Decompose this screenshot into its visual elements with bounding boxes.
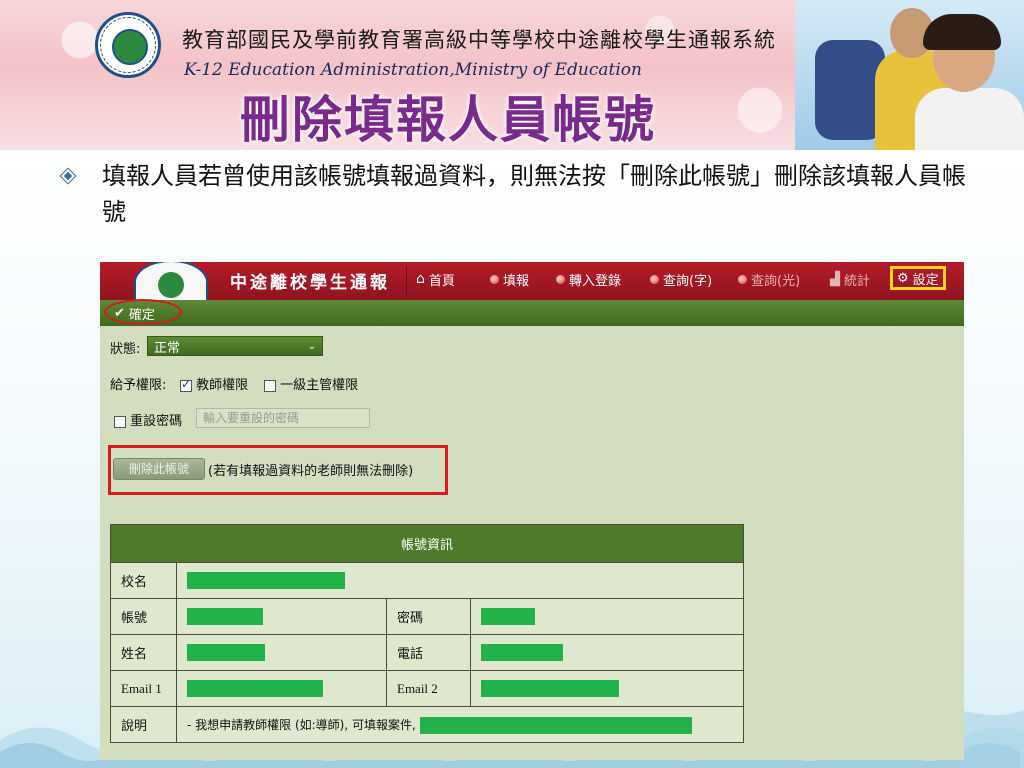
account-info-table: 帳號資訊 校名 帳號 密碼 姓名 電話 Email 1 Email 2 說明 -… [110, 524, 744, 743]
redacted-email2 [481, 680, 619, 697]
table-row: 姓名 電話 [110, 634, 744, 671]
system-title-english: K-12 Education Administration,Ministry o… [184, 60, 642, 80]
header-banner: 教育部國民及學前教育署高級中等學校中途離校學生通報系統 K-12 Educati… [0, 0, 1024, 150]
status-label: 狀態: [110, 342, 141, 357]
ministry-seal-icon [95, 12, 161, 78]
app-logo-icon [134, 262, 208, 304]
app-toolbar: ✔ 確定 [100, 299, 964, 326]
dot-icon [738, 274, 747, 284]
slide-title: 刪除填報人員帳號 [240, 91, 656, 149]
app-name: 中途離校學生通報 [230, 273, 390, 293]
dot-icon [650, 274, 659, 284]
reset-password-input[interactable]: 輸入要重設的密碼 [196, 408, 370, 428]
chart-icon: ▟ [830, 271, 840, 287]
nav-statistics[interactable]: ▟ 統計 [830, 268, 870, 290]
teacher-permission-option[interactable]: 教師權限 [180, 374, 248, 393]
reset-password-option[interactable]: 重設密碼 [114, 410, 182, 429]
students-photo [795, 0, 1024, 150]
redacted-name [187, 644, 265, 661]
description-text: - 我想申請教師權限 (如:導師), 可填報案件, [187, 717, 416, 732]
status-select[interactable]: 正常 ⌄ [147, 336, 323, 356]
app-top-bar: 中途離校學生通報 ⌂ 首頁 填報 轉入登錄 查詢(字) 查詢(光) ▟ 統計 ⚙ 設定 [100, 262, 964, 304]
redacted-email1 [187, 680, 323, 697]
nav-settings[interactable]: ⚙ 設定 [890, 266, 946, 290]
redacted-account [187, 608, 263, 625]
table-row: 說明 - 我想申請教師權限 (如:導師), 可填報案件, [110, 706, 744, 743]
checkmark-icon: ✔ [114, 305, 125, 321]
nav-query-text[interactable]: 查詢(字) [650, 268, 712, 290]
reset-password-checkbox[interactable] [114, 415, 126, 428]
admin-permission-option[interactable]: 一級主管權限 [264, 374, 358, 393]
dot-icon [490, 274, 499, 284]
instruction-text: 填報人員若曾使用該帳號填報過資料，則無法按「刪除此帳號」刪除該填報人員帳號 [102, 162, 966, 226]
teacher-permission-checkbox[interactable] [180, 377, 192, 392]
diamond-bullet-icon [59, 167, 77, 185]
nav-transfer-in[interactable]: 轉入登錄 [556, 268, 621, 290]
grant-permission-label: 給予權限: [110, 378, 167, 393]
app-screenshot: 中途離校學生通報 ⌂ 首頁 填報 轉入登錄 查詢(字) 查詢(光) ▟ 統計 ⚙ 設定 [100, 262, 964, 760]
admin-permission-checkbox[interactable] [264, 379, 276, 392]
redacted-password [481, 608, 535, 625]
table-row: 校名 [110, 562, 744, 599]
system-title-chinese: 教育部國民及學前教育署高級中等學校中途離校學生通報系統 [182, 28, 776, 52]
dot-icon [556, 274, 565, 284]
nav-report[interactable]: 填報 [490, 268, 529, 290]
home-icon: ⌂ [416, 271, 425, 287]
chevron-down-icon: ⌄ [307, 340, 316, 352]
redacted-description [419, 716, 692, 734]
nav-home[interactable]: ⌂ 首頁 [416, 268, 455, 290]
nav-query-optical[interactable]: 查詢(光) [738, 268, 800, 290]
slide-body: 填報人員若曾使用該帳號填報過資料，則無法按「刪除此帳號」刪除該填報人員帳號 中途… [0, 150, 1024, 768]
table-header: 帳號資訊 [110, 524, 744, 563]
redacted-school [187, 572, 345, 589]
settings-icon: ⚙ [897, 270, 909, 286]
confirm-button[interactable]: ✔ 確定 [110, 302, 165, 324]
delete-note: (若有填報過資料的老師則無法刪除) [208, 464, 414, 479]
table-row: 帳號 密碼 [110, 598, 744, 635]
delete-account-button[interactable]: 刪除此帳號 [113, 458, 205, 480]
table-row: Email 1 Email 2 [110, 670, 744, 707]
redacted-phone [481, 644, 563, 661]
